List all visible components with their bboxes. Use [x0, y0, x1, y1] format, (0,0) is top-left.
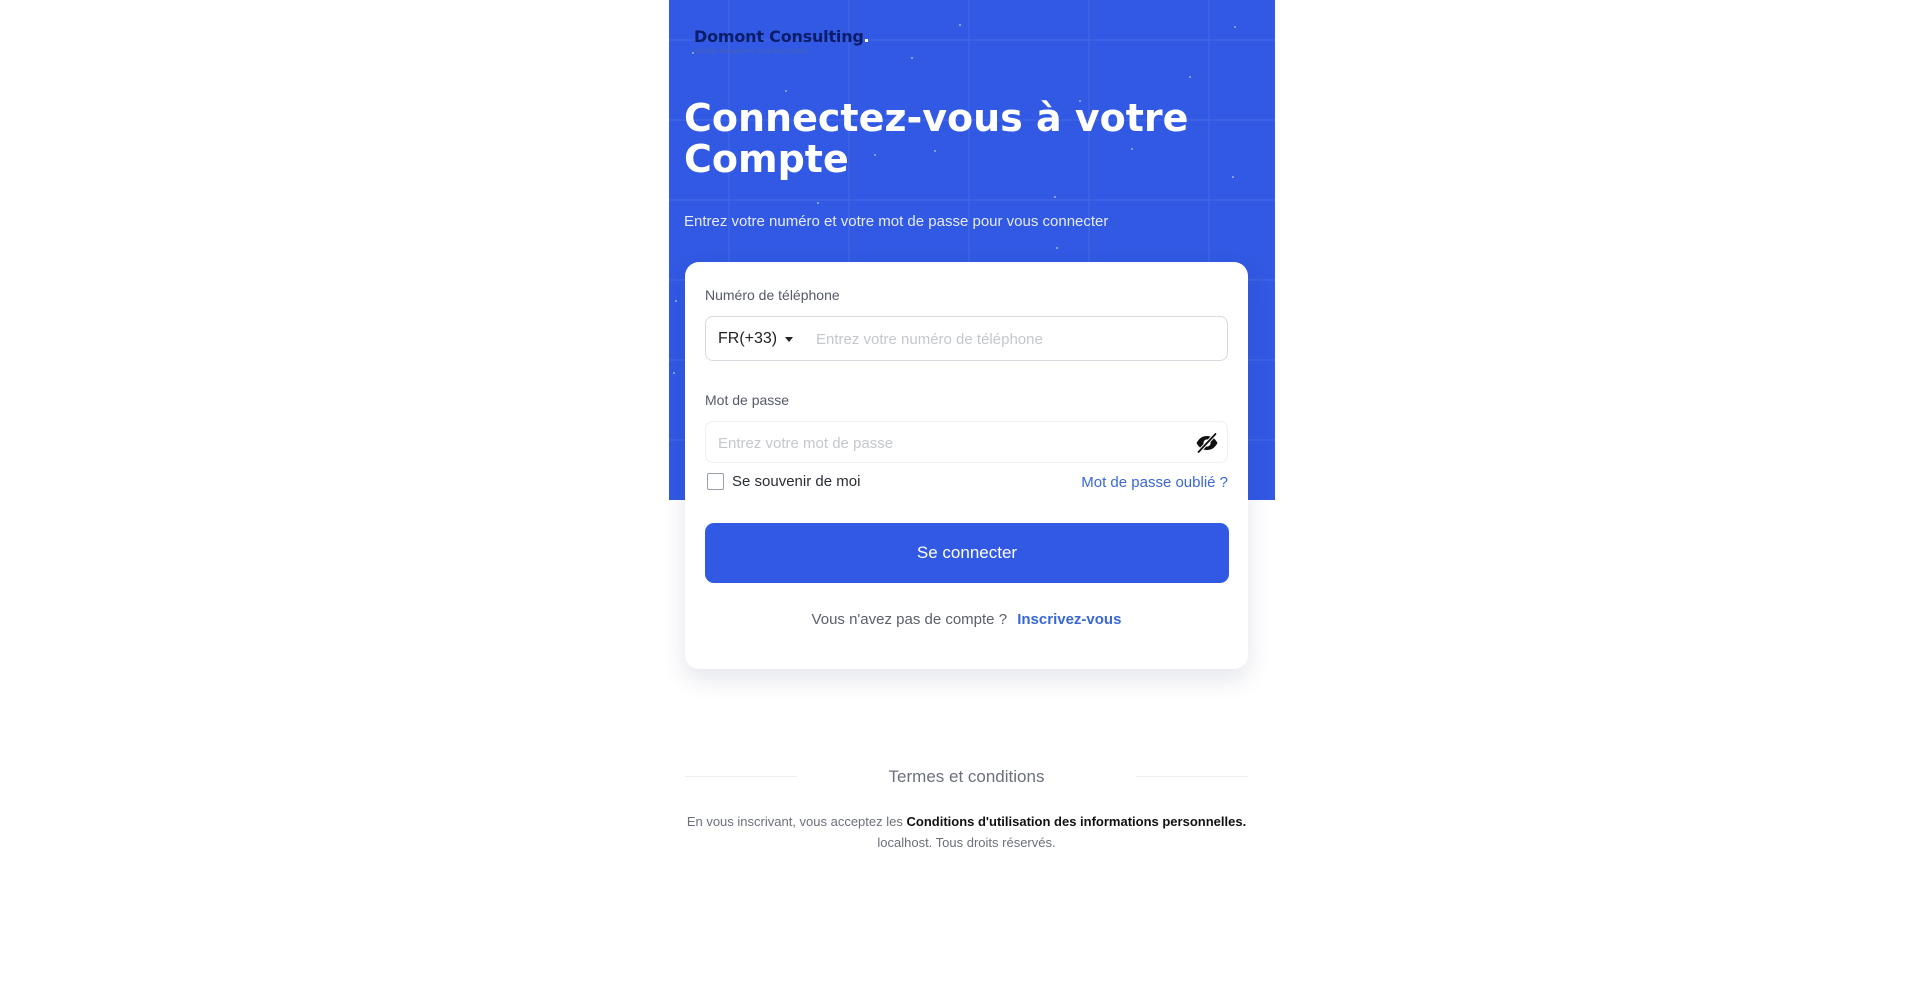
- remember-me-toggle[interactable]: Se souvenir de moi: [707, 473, 860, 490]
- signup-link[interactable]: Inscrivez-vous: [1017, 611, 1121, 628]
- phone-field: FR(+33): [705, 316, 1228, 361]
- login-button[interactable]: Se connecter: [705, 523, 1229, 583]
- forgot-password-link[interactable]: Mot de passe oublié ?: [1081, 474, 1228, 491]
- password-field: [705, 421, 1228, 463]
- copyright: localhost. Tous droits réservés.: [877, 835, 1056, 850]
- sparkle-dot: [673, 372, 675, 374]
- sparkle-dot: [675, 300, 677, 302]
- signup-row: Vous n'avez pas de compte ? Inscrivez-vo…: [685, 611, 1248, 628]
- phone-input[interactable]: [816, 325, 1216, 353]
- sparkle-dot: [1189, 76, 1191, 78]
- terms-text: En vous inscrivant, vous acceptez les Co…: [685, 814, 1248, 829]
- country-code-select[interactable]: FR(+33): [718, 330, 794, 348]
- password-input[interactable]: [718, 429, 1178, 457]
- login-page: Domont Consulting Stratégie Management C…: [0, 0, 1920, 993]
- sparkle-dot: [1054, 196, 1056, 198]
- remember-me-checkbox[interactable]: [707, 473, 724, 490]
- remember-me-label: Se souvenir de moi: [732, 473, 861, 490]
- terms-title: Termes et conditions: [888, 767, 1045, 786]
- terms-header: Termes et conditions: [685, 767, 1248, 787]
- sparkle-dot: [785, 90, 787, 92]
- brand-tagline: Stratégie Management Consulting Solution: [694, 49, 809, 55]
- country-code-value: FR(+33): [718, 330, 778, 347]
- sparkle-dot: [959, 24, 961, 26]
- password-label: Mot de passe: [705, 392, 790, 408]
- terms-link[interactable]: Conditions d'utilisation des information…: [907, 814, 1247, 829]
- sparkle-dot: [817, 202, 819, 204]
- caret-down-icon: [785, 336, 794, 342]
- signup-prompt: Vous n'avez pas de compte ?: [811, 611, 1008, 628]
- brand-name: Domont Consulting: [694, 27, 868, 46]
- page-subtitle: Entrez votre numéro et votre mot de pass…: [684, 213, 1109, 230]
- phone-label: Numéro de téléphone: [705, 287, 840, 303]
- sparkle-dot: [1056, 247, 1058, 249]
- page-title: Connectez-vous à votre Compte: [684, 96, 1189, 181]
- terms-prefix: En vous inscrivant, vous acceptez les: [686, 814, 903, 829]
- brand-dot-icon: [864, 39, 868, 42]
- login-card: Numéro de téléphone FR(+33) Mot de passe…: [685, 262, 1248, 669]
- sparkle-dot: [1234, 26, 1236, 28]
- brand-logo[interactable]: Domont Consulting Stratégie Management C…: [694, 27, 868, 55]
- sparkle-dot: [911, 57, 913, 59]
- eye-off-icon[interactable]: [1195, 431, 1219, 455]
